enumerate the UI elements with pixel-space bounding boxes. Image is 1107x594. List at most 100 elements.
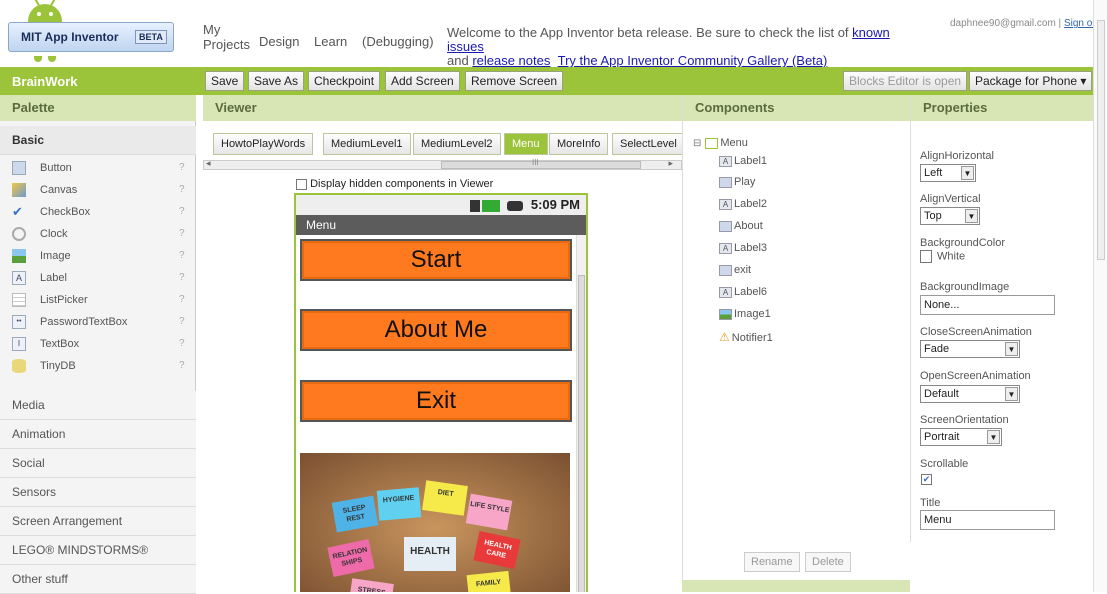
start-button[interactable]: Start bbox=[300, 239, 572, 281]
release-notes-link[interactable]: release notes bbox=[472, 53, 550, 68]
horizontal-scrollbar[interactable]: ◂ III ▸ bbox=[203, 158, 682, 170]
palette-item-label-text: Label bbox=[40, 272, 67, 284]
phone-vertical-scrollbar[interactable] bbox=[576, 235, 586, 592]
component-root-menu[interactable]: ⊟ Menu bbox=[693, 137, 748, 149]
component-exit[interactable]: exit bbox=[719, 264, 751, 276]
palette-category-media[interactable]: Media bbox=[0, 391, 196, 420]
help-icon[interactable]: ? bbox=[179, 157, 185, 179]
title-label: Title bbox=[920, 497, 941, 509]
component-label: Image1 bbox=[734, 308, 771, 320]
palette-category-animation[interactable]: Animation bbox=[0, 420, 196, 449]
checkbox-icon: ✔ bbox=[12, 204, 23, 219]
close-screen-animation-select[interactable]: Fade ▼ bbox=[920, 340, 1020, 358]
component-label: Label2 bbox=[734, 198, 768, 210]
components-title: Components bbox=[683, 95, 911, 121]
palette-item-label: ListPicker bbox=[40, 294, 88, 306]
palette-item-listpicker[interactable]: ListPicker ? bbox=[12, 289, 192, 311]
help-icon[interactable]: ? bbox=[179, 179, 185, 201]
display-hidden-checkbox[interactable] bbox=[296, 178, 307, 190]
tab-selectlevel[interactable]: SelectLevel bbox=[612, 133, 682, 155]
align-vertical-select[interactable]: Top ▼ bbox=[920, 207, 980, 225]
palette-item-button[interactable]: Button ? bbox=[12, 157, 192, 179]
palette-item-textbox[interactable]: I TextBox ? bbox=[12, 333, 192, 355]
window-scroll-thumb[interactable] bbox=[1097, 20, 1105, 260]
help-icon[interactable]: ? bbox=[179, 355, 185, 377]
delete-button[interactable]: Delete bbox=[805, 552, 851, 572]
help-icon[interactable]: ? bbox=[179, 245, 185, 267]
gallery-link[interactable]: Try the App Inventor Community Gallery (… bbox=[558, 53, 828, 68]
palette-item-image[interactable]: Image ? bbox=[12, 245, 192, 267]
tab-moreinfo[interactable]: MoreInfo bbox=[549, 133, 609, 155]
open-screen-animation-select[interactable]: Default ▼ bbox=[920, 385, 1020, 403]
palette-item-checkbox[interactable]: ✔ CheckBox ? bbox=[12, 201, 192, 223]
palette-item-tinydb[interactable]: TinyDB ? bbox=[12, 355, 192, 377]
collapse-icon[interactable]: ⊟ bbox=[693, 138, 701, 149]
background-image-input[interactable]: None... bbox=[920, 295, 1055, 315]
screen-orientation-select[interactable]: Portrait ▼ bbox=[920, 428, 1002, 446]
about-me-button[interactable]: About Me bbox=[300, 309, 572, 351]
component-label2[interactable]: A Label2 bbox=[719, 198, 767, 210]
component-label1[interactable]: A Label1 bbox=[719, 155, 767, 167]
tab-howtoplaywords[interactable]: HowtoPlayWords bbox=[213, 133, 314, 155]
scrollbar-thumb[interactable]: III bbox=[441, 158, 641, 169]
scrollbar-grip: III bbox=[532, 158, 539, 167]
media-panel-header bbox=[682, 580, 910, 592]
help-icon[interactable]: ? bbox=[179, 333, 185, 355]
blocks-editor-button[interactable]: Blocks Editor is open bbox=[843, 71, 968, 91]
align-horizontal-select[interactable]: Left ▼ bbox=[920, 164, 976, 182]
add-screen-button[interactable]: Add Screen bbox=[385, 71, 460, 91]
viewer-title: Viewer bbox=[203, 95, 682, 121]
help-icon[interactable]: ? bbox=[179, 311, 185, 333]
component-label3[interactable]: A Label3 bbox=[719, 242, 767, 254]
textbox-icon: I bbox=[12, 337, 26, 351]
palette-item-label: Button bbox=[40, 162, 72, 174]
palette-category-lego[interactable]: LEGO® MINDSTORMS® bbox=[0, 536, 196, 565]
save-as-button[interactable]: Save As bbox=[248, 71, 305, 91]
palette-item-clock[interactable]: Clock ? bbox=[12, 223, 192, 245]
help-icon[interactable]: ? bbox=[179, 201, 185, 223]
palette-category-sensors[interactable]: Sensors bbox=[0, 478, 196, 507]
component-label6[interactable]: A Label6 bbox=[719, 286, 767, 298]
scroll-right-icon[interactable]: ▸ bbox=[668, 158, 673, 169]
tab-mediumlevel2[interactable]: MediumLevel2 bbox=[413, 133, 501, 155]
checkpoint-button[interactable]: Checkpoint bbox=[308, 71, 381, 91]
component-about[interactable]: About bbox=[719, 220, 763, 232]
window-scrollbar[interactable] bbox=[1093, 0, 1107, 592]
palette-item-canvas[interactable]: Canvas ? bbox=[12, 179, 192, 201]
package-for-phone-button[interactable]: Package for Phone ▾ bbox=[969, 71, 1093, 91]
help-icon[interactable]: ? bbox=[179, 289, 185, 311]
palette-category-other[interactable]: Other stuff bbox=[0, 565, 196, 594]
component-image1[interactable]: Image1 bbox=[719, 308, 771, 320]
app-inventor-logo[interactable]: MIT App Inventor BETA bbox=[8, 4, 178, 62]
note-stress: STRESS bbox=[348, 578, 394, 592]
health-image: SLEEP REST HYGIENE DIET LIFE STYLE RELAT… bbox=[300, 453, 570, 592]
palette-category-social[interactable]: Social bbox=[0, 449, 196, 478]
learn-link[interactable]: Learn bbox=[314, 34, 347, 49]
image-icon bbox=[12, 249, 26, 263]
debugging-link[interactable]: (Debugging) bbox=[362, 34, 434, 49]
rename-button[interactable]: Rename bbox=[744, 552, 800, 572]
palette-category-screen-arrangement[interactable]: Screen Arrangement bbox=[0, 507, 196, 536]
screen-title-bar: Menu bbox=[296, 215, 586, 235]
help-icon[interactable]: ? bbox=[179, 223, 185, 245]
tab-menu[interactable]: Menu bbox=[504, 133, 548, 155]
scroll-left-icon[interactable]: ◂ bbox=[206, 158, 211, 169]
save-button[interactable]: Save bbox=[205, 71, 245, 91]
background-color-value[interactable]: White bbox=[920, 250, 965, 263]
tab-mediumlevel1[interactable]: MediumLevel1 bbox=[323, 133, 411, 155]
component-play[interactable]: Play bbox=[719, 176, 755, 188]
help-icon[interactable]: ? bbox=[179, 267, 185, 289]
palette-category-basic[interactable]: Basic bbox=[0, 126, 196, 155]
display-hidden-option[interactable]: Display hidden components in Viewer bbox=[296, 178, 493, 190]
phone-scroll-thumb[interactable] bbox=[578, 275, 585, 592]
palette-item-passwordtextbox[interactable]: •• PasswordTextBox ? bbox=[12, 311, 192, 333]
component-notifier1[interactable]: ⚠ Notifier1 bbox=[719, 330, 773, 344]
design-link[interactable]: Design bbox=[259, 34, 299, 49]
palette-item-label[interactable]: A Label ? bbox=[12, 267, 192, 289]
my-projects-link[interactable]: My Projects bbox=[203, 22, 250, 52]
scrollable-checkbox[interactable]: ✔ bbox=[921, 474, 932, 485]
exit-button[interactable]: Exit bbox=[300, 380, 572, 422]
remove-screen-button[interactable]: Remove Screen bbox=[465, 71, 564, 91]
button-icon bbox=[719, 176, 732, 188]
title-input[interactable]: Menu bbox=[920, 510, 1055, 530]
